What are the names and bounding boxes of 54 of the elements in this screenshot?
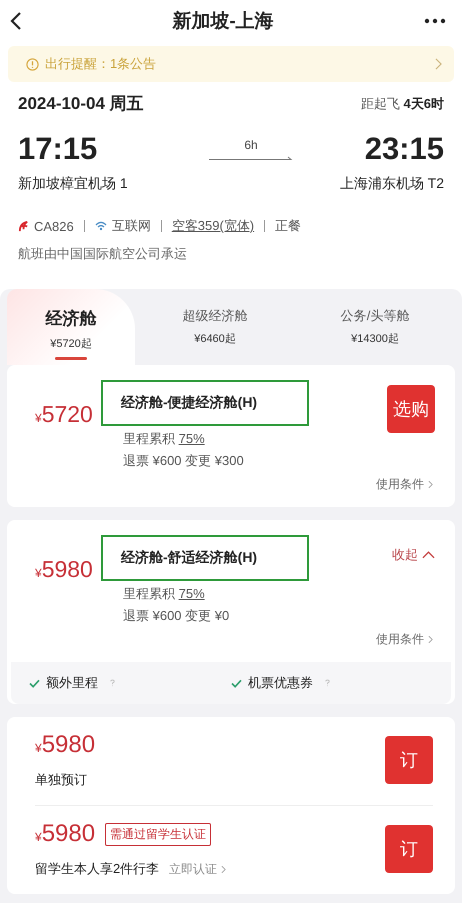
miles-value[interactable]: 75% xyxy=(178,586,205,601)
chevron-icon xyxy=(422,551,435,559)
refund-info: 退票 ¥600 变更 ¥0 xyxy=(123,607,230,625)
page-title: 新加坡-上海 xyxy=(172,10,274,34)
refund-info: 退票 ¥600 变更 ¥300 xyxy=(123,452,245,470)
fare-price: ¥5980 xyxy=(35,556,94,584)
option-description: 单独预订 xyxy=(35,771,87,789)
requirement-tag: 需通过留学生认证 xyxy=(105,822,212,846)
option-description: 留学生本人享2件行李 xyxy=(35,860,160,878)
countdown-value: 4天6时 xyxy=(404,96,444,110)
fare-title: 经济舱-便捷经济舱(H) xyxy=(101,380,309,426)
miles-label: 里程累积 xyxy=(123,586,175,601)
buy-button[interactable]: 选购 xyxy=(387,385,435,433)
operator-note: 航班由中国国际航空公司承运 xyxy=(18,245,188,263)
aircraft-link[interactable]: 空客359(宽体) xyxy=(172,217,254,235)
chevron-right-icon xyxy=(428,480,433,489)
wifi-icon xyxy=(94,221,107,231)
cabin-tab[interactable]: 超级经济舱 ¥6460起 xyxy=(135,289,295,365)
flight-duration: 6h xyxy=(244,138,258,152)
book-button[interactable]: 订 xyxy=(385,825,433,873)
cabin-tab[interactable]: 公务/头等舱 ¥14300起 xyxy=(295,289,455,365)
info-icon xyxy=(26,58,39,70)
wifi-label: 互联网 xyxy=(112,217,151,235)
cabin-tab[interactable]: 经济舱 ¥5720起 xyxy=(7,289,135,365)
book-button[interactable]: 订 xyxy=(385,736,433,784)
conditions-link[interactable]: 使用条件 xyxy=(376,631,424,648)
feature-label: 机票优惠券 xyxy=(248,674,313,692)
collapse-toggle[interactable]: 收起 xyxy=(392,546,435,564)
back-icon[interactable] xyxy=(10,11,22,31)
option-price: ¥5980 xyxy=(35,731,96,759)
arrival-time: 23:15 xyxy=(364,131,444,167)
option-price: ¥5980 xyxy=(35,820,96,848)
departure-time: 17:15 xyxy=(18,131,98,167)
miles-label: 里程累积 xyxy=(123,431,175,446)
airline-logo-icon xyxy=(18,220,29,232)
chevron-right-icon xyxy=(435,58,442,70)
feature-label: 额外里程 xyxy=(46,674,98,692)
departure-airport: 新加坡樟宜机场 1 xyxy=(18,175,128,193)
flight-number: CA826 xyxy=(34,218,74,234)
notice-text: 出行提醒：1条公告 xyxy=(45,55,158,73)
verify-link[interactable]: 立即认证 xyxy=(169,860,218,878)
chevron-right-icon xyxy=(221,864,226,874)
miles-value[interactable]: 75% xyxy=(178,431,205,446)
arrival-airport: 上海浦东机场 T2 xyxy=(340,175,444,193)
more-icon[interactable] xyxy=(424,18,446,24)
fare-price: ¥5720 xyxy=(35,401,94,429)
chevron-right-icon xyxy=(428,635,433,644)
check-icon xyxy=(29,678,40,688)
meal-label: 正餐 xyxy=(275,217,302,235)
countdown-label: 距起飞 xyxy=(360,96,400,110)
fare-title: 经济舱-舒适经济舱(H) xyxy=(101,535,309,581)
conditions-link[interactable]: 使用条件 xyxy=(376,476,424,493)
check-icon xyxy=(231,678,242,688)
flight-date: 2024-10-04 周五 xyxy=(18,93,144,115)
